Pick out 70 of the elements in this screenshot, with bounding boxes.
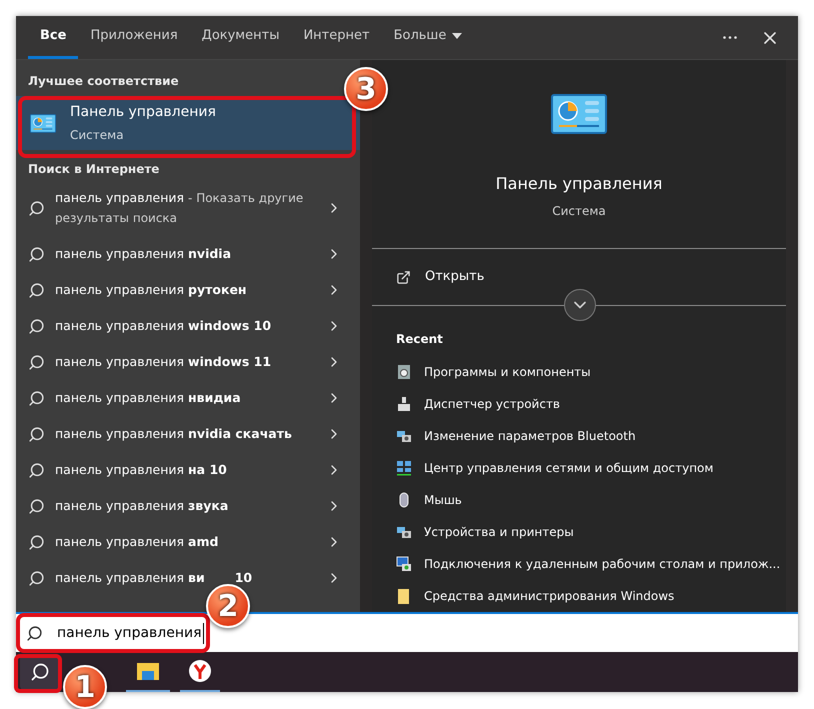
device-icon: [396, 396, 412, 412]
folder-icon: [396, 588, 412, 604]
more-icon: [723, 36, 737, 39]
devices-icon: [396, 524, 412, 540]
web-search-suggestion[interactable]: панель управления на 10: [16, 452, 360, 488]
search-icon: [28, 246, 45, 262]
devices-icon: [396, 428, 412, 444]
suggestion-text: панель управления nvidia скачать: [55, 426, 292, 441]
section-heading: Recent: [395, 331, 444, 348]
suggestion-text: 10: [234, 570, 252, 585]
suggestion-text: панель управления рутокен: [55, 282, 247, 297]
web-search-suggestion[interactable]: панель управления звука: [16, 488, 360, 524]
control-panel-icon: [551, 94, 607, 134]
suggestion-text: панель управления ви: [55, 570, 205, 585]
recent-item[interactable]: Средства администрирования Windows: [372, 580, 786, 612]
search-icon: [28, 534, 45, 550]
suggestion-text: панель управления nvidia: [55, 246, 232, 261]
recent-item[interactable]: Центр управления сетями и общим доступом: [372, 452, 786, 484]
tab[interactable]: Больше: [382, 16, 474, 59]
step-badge: 1: [63, 665, 107, 709]
preview-subtitle: Система: [552, 203, 606, 220]
section-heading: Лучшее соответствие: [27, 73, 180, 90]
web-search-suggestion[interactable]: панель управления amd: [16, 524, 360, 560]
preview-title: Панель управления: [496, 173, 662, 195]
tab[interactable]: Документы: [190, 16, 292, 59]
app-title: Панель управления: [70, 103, 216, 122]
recent-item[interactable]: Программы и компоненты: [372, 356, 786, 388]
suggestion-text: панель управления нвидиа: [55, 390, 241, 405]
recent-item[interactable]: Изменение параметров Bluetooth: [372, 420, 786, 452]
tab[interactable]: Интернет: [291, 16, 382, 59]
suggestion-text: панель управления - Показать другие результаты поиска: [55, 189, 304, 227]
network-icon: [396, 460, 412, 476]
suggestion-text: панель управления amd: [55, 534, 218, 549]
search-icon: [26, 624, 43, 642]
search-icon: [28, 426, 45, 442]
search-icon: [28, 282, 45, 298]
browser-logo-icon: [188, 659, 212, 683]
recent-item[interactable]: Устройства и принтеры: [372, 516, 786, 548]
remote-desktop-icon: [396, 556, 412, 572]
search-icon: [28, 498, 45, 514]
app-category: Система: [70, 127, 125, 144]
open-icon: [396, 270, 411, 284]
folder-icon: [136, 661, 160, 681]
web-search-suggestion[interactable]: панель управления nvidia: [16, 236, 360, 272]
recent-item[interactable]: Подключения к удаленным рабочим столам и прилож...: [372, 548, 786, 580]
web-search-suggestion[interactable]: панель управления windows 11: [16, 344, 360, 380]
search-icon: [28, 390, 45, 406]
search-icon: [28, 570, 45, 586]
suggestion-text: панель управления на 10: [55, 462, 227, 477]
search-icon: [28, 462, 45, 478]
web-search-suggestion[interactable]: панель управления - Показать другие результаты поиска: [16, 180, 360, 236]
tab[interactable]: Приложения: [78, 16, 190, 59]
search-input[interactable]: панель управления: [16, 615, 206, 651]
suggestion-text: панель управления windows 11: [55, 354, 272, 369]
search-icon: [30, 662, 50, 682]
open-action[interactable]: Открыть: [372, 248, 786, 306]
control-panel-icon: [30, 114, 56, 132]
web-search-suggestion[interactable]: панель управления нвидиа: [16, 380, 360, 416]
suggestion-text: панель управления звука: [55, 498, 228, 513]
web-search-suggestion[interactable]: панель управления рутокен: [16, 272, 360, 308]
web-search-suggestion[interactable]: панель управления nvidia скачать: [16, 416, 360, 452]
search-icon: [28, 354, 45, 370]
suggestion-text: панель управления windows 10: [55, 318, 272, 333]
search-icon: [28, 318, 45, 334]
web-search-suggestion[interactable]: панель управления windows 10: [16, 308, 360, 344]
section-heading: Поиск в Интернете: [27, 161, 160, 178]
search-icon: [28, 200, 45, 216]
expand-button[interactable]: [564, 289, 596, 322]
recent-item[interactable]: Диспетчер устройств: [372, 388, 786, 420]
recent-item[interactable]: Мышь: [372, 484, 786, 516]
